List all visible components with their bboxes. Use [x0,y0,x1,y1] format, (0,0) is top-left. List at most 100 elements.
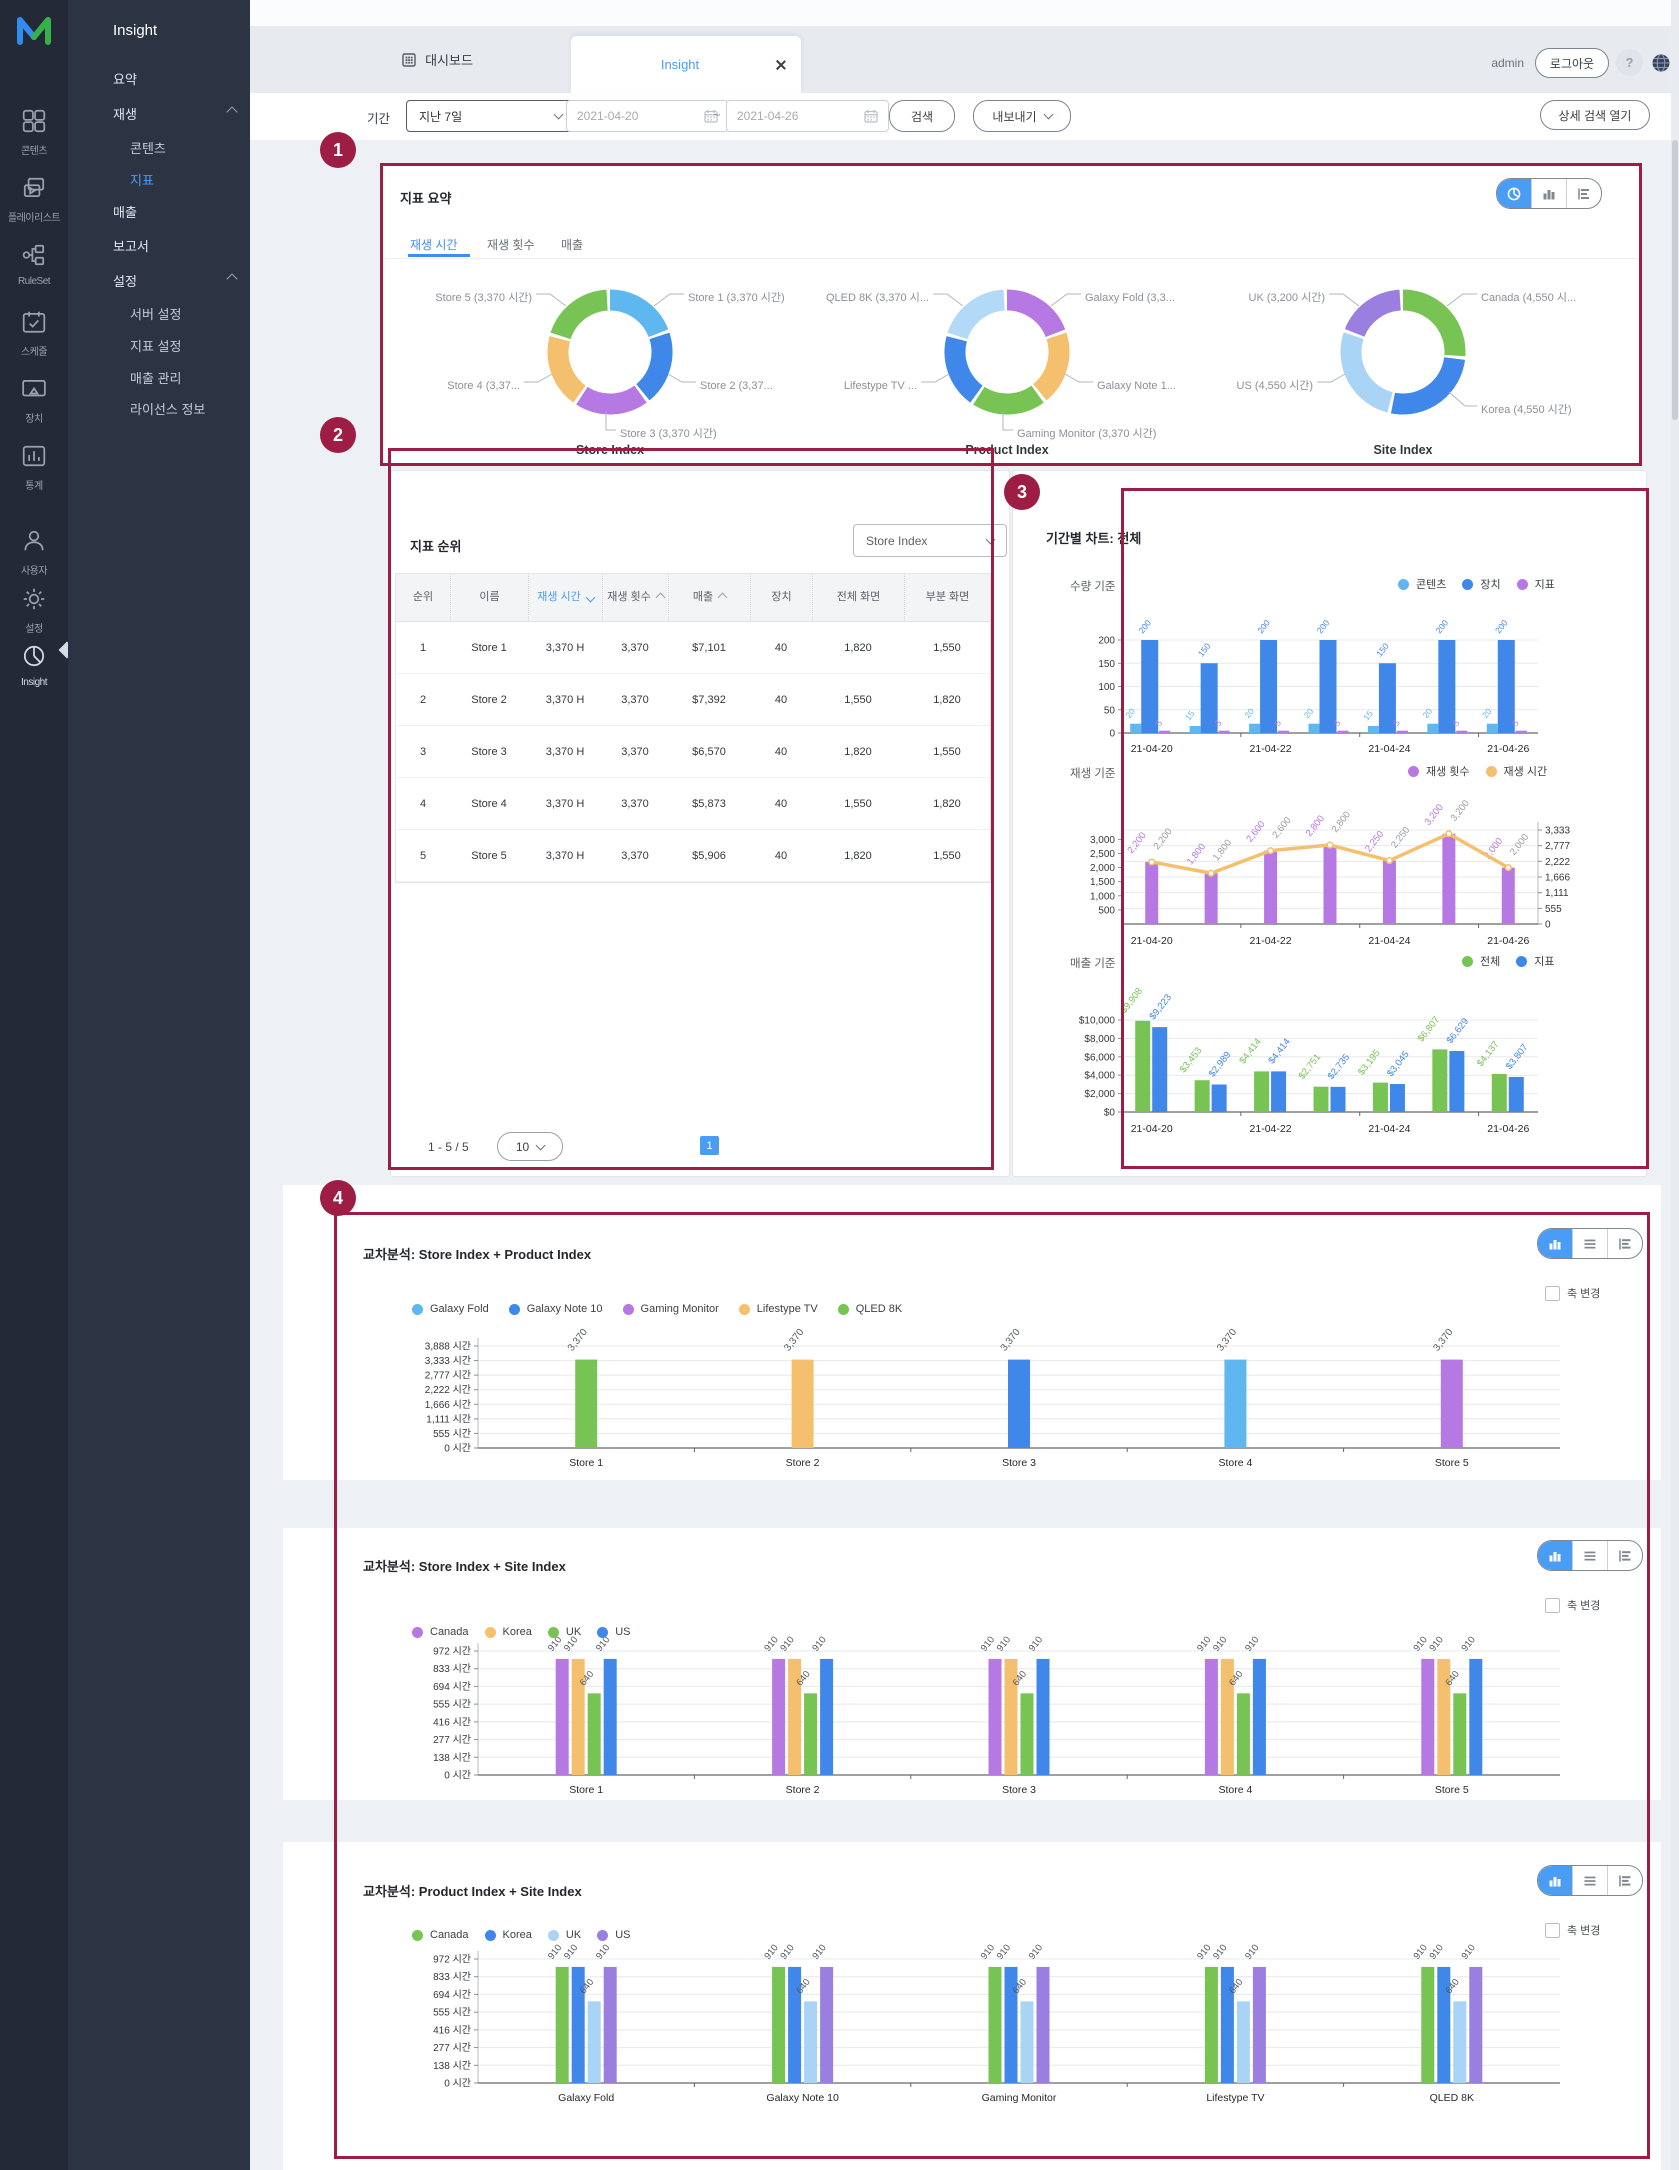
legend-item-전체[interactable]: 전체 [1462,953,1500,969]
sidebar-item-7[interactable]: 서버 설정 [130,304,181,323]
legend-item-korea[interactable]: Korea [485,1626,532,1638]
summary-tab-0[interactable]: 재생 시간 [410,236,458,253]
legend-item-galaxy-note-10[interactable]: Galaxy Note 10 [509,1303,603,1315]
table-row-4[interactable]: 4Store 43,370 H3,370$5,873401,5501,820 [396,778,990,830]
column-header-3[interactable]: 재생 횟수 [602,574,668,621]
table-cell: 40 [750,830,812,881]
rail-item-contents-grid[interactable]: 콘텐츠 [0,108,68,157]
app-logo[interactable] [14,12,54,46]
column-header-7[interactable]: 부분 화면 [904,574,990,621]
legend-item-재생-횟수[interactable]: 재생 횟수 [1408,763,1470,779]
legend-item-qled-8k[interactable]: QLED 8K [838,1303,902,1315]
column-header-1[interactable]: 이름 [450,574,528,621]
globe-icon[interactable] [1650,52,1672,74]
sidebar-item-0[interactable]: 요약 [113,69,137,88]
table-row-1[interactable]: 1Store 13,370 H3,370$7,101401,8201,550 [396,622,990,674]
search-button[interactable]: 검색 [889,100,955,132]
view-toggle-lines-icon[interactable] [1572,1866,1607,1895]
bar [772,1967,785,2083]
view-toggle-list-chart-icon[interactable] [1566,179,1601,208]
page-button-1[interactable]: 1 [700,1136,719,1155]
view-toggle-column-chart-icon[interactable] [1538,1229,1572,1258]
view-toggle-lines-icon[interactable] [1572,1229,1607,1258]
axis-change-checkbox-1[interactable]: 축 변경 [1545,1285,1600,1301]
close-icon[interactable] [775,59,787,71]
legend-item-장치[interactable]: 장치 [1462,576,1500,592]
legend-item-korea[interactable]: Korea [485,1929,532,1941]
legend-item-canada[interactable]: Canada [412,1929,469,1941]
view-toggle-pie-chart-icon[interactable] [1497,179,1531,208]
chevron-down-icon [554,110,564,120]
column-header-6[interactable]: 전체 화면 [812,574,904,621]
tab-insight[interactable]: Insight [571,36,801,93]
logout-button[interactable]: 로그아웃 [1535,48,1609,78]
rail-item-statistics-bars[interactable]: 통계 [0,443,68,492]
index-select[interactable]: Store Index [853,524,1007,557]
sidebar-item-3[interactable]: 지표 [130,170,154,189]
sidebar-item-4[interactable]: 매출 [113,202,137,221]
legend-item-canada[interactable]: Canada [412,1626,469,1638]
rail-item-device-display[interactable]: 장치 [0,376,68,425]
view-toggle-column-chart-icon[interactable] [1538,1866,1572,1895]
sidebar-item-8[interactable]: 지표 설정 [130,336,181,355]
legend-item-지표[interactable]: 지표 [1517,576,1555,592]
rail-item-ruleset[interactable]: RuleSet [0,242,68,287]
y-tick-label: 2,500 [1090,849,1115,860]
legend-item-재생-시간[interactable]: 재생 시간 [1486,763,1548,779]
legend-item-galaxy-fold[interactable]: Galaxy Fold [412,1303,489,1315]
view-toggle-lines-icon[interactable] [1572,1541,1607,1570]
rail-item-user-person[interactable]: 사용자 [0,528,68,577]
summary-tab-1[interactable]: 재생 횟수 [487,236,535,253]
date-from-input[interactable]: 2021-04-20 [566,100,729,132]
view-toggle-hbar-chart-icon[interactable] [1607,1866,1642,1895]
column-header-4[interactable]: 매출 [668,574,750,621]
period-select[interactable]: 지난 7일 [406,100,575,132]
legend-item-lifestype-tv[interactable]: Lifestype TV [739,1303,818,1315]
rail-item-playlist[interactable]: 플레이리스트 [0,175,68,224]
column-header-5[interactable]: 장치 [750,574,812,621]
rail-item-schedule-calendar[interactable]: 스케줄 [0,309,68,358]
table-row-5[interactable]: 5Store 53,370 H3,370$5,906401,8201,550 [396,830,990,882]
export-button[interactable]: 내보내기 [973,100,1071,132]
page-size-select[interactable]: 10 [497,1132,563,1161]
column-header-2[interactable]: 재생 시간 [528,574,602,621]
view-toggle-hbar-chart-icon[interactable] [1607,1541,1642,1570]
rail-item-settings-gear[interactable]: 설정 [0,586,68,635]
sidebar-item-5[interactable]: 보고서 [113,236,149,255]
view-toggle-column-chart-icon[interactable] [1531,179,1566,208]
sidebar-item-6[interactable]: 설정 [113,271,137,290]
legend-item-지표[interactable]: 지표 [1516,953,1554,969]
legend-item-uk[interactable]: UK [548,1626,581,1638]
table-cell: 1,820 [904,674,990,725]
x-category-label: 21-04-22 [1250,743,1292,755]
revenue-legend: 전체 지표 [1462,953,1555,969]
sidebar-item-2[interactable]: 콘텐츠 [130,138,166,157]
view-toggle-hbar-chart-icon[interactable] [1607,1229,1642,1258]
legend-item-us[interactable]: US [597,1626,630,1638]
help-button[interactable]: ? [1616,49,1643,76]
tab-dashboard[interactable]: 대시보드 [352,26,522,93]
axis-change-checkbox-3[interactable]: 축 변경 [1545,1922,1600,1938]
legend-item-uk[interactable]: UK [548,1929,581,1941]
sidebar-item-10[interactable]: 라이선스 정보 [130,399,205,418]
sidebar-item-9[interactable]: 매출 관리 [130,368,181,387]
table-row-3[interactable]: 3Store 33,370 H3,370$6,570401,8201,550 [396,726,990,778]
legend-item-us[interactable]: US [597,1929,630,1941]
legend-item-콘텐츠[interactable]: 콘텐츠 [1398,576,1446,592]
legend-item-gaming-monitor[interactable]: Gaming Monitor [623,1303,719,1315]
date-to-input[interactable]: 2021-04-26 [726,100,889,132]
tab-insight-label: Insight [585,57,775,72]
advanced-search-button[interactable]: 상세 검색 열기 [1540,100,1650,130]
axis-change-checkbox-2[interactable]: 축 변경 [1545,1597,1600,1613]
scrollbar-thumb[interactable] [1672,140,1678,420]
x-category-label: 21-04-20 [1131,935,1173,947]
sidebar-item-1[interactable]: 재생 [113,104,137,123]
table-row-2[interactable]: 2Store 23,370 H3,370$7,392401,5501,820 [396,674,990,726]
bar [604,1967,617,2083]
view-toggle-column-chart-icon[interactable] [1538,1541,1572,1570]
column-header-0[interactable]: 순위 [396,574,450,621]
bar-value-label: 3,370 [782,1327,806,1354]
x-category-label: Galaxy Note 10 [766,2092,839,2104]
summary-tab-2[interactable]: 매출 [561,236,583,253]
date-from-value: 2021-04-20 [577,109,638,123]
